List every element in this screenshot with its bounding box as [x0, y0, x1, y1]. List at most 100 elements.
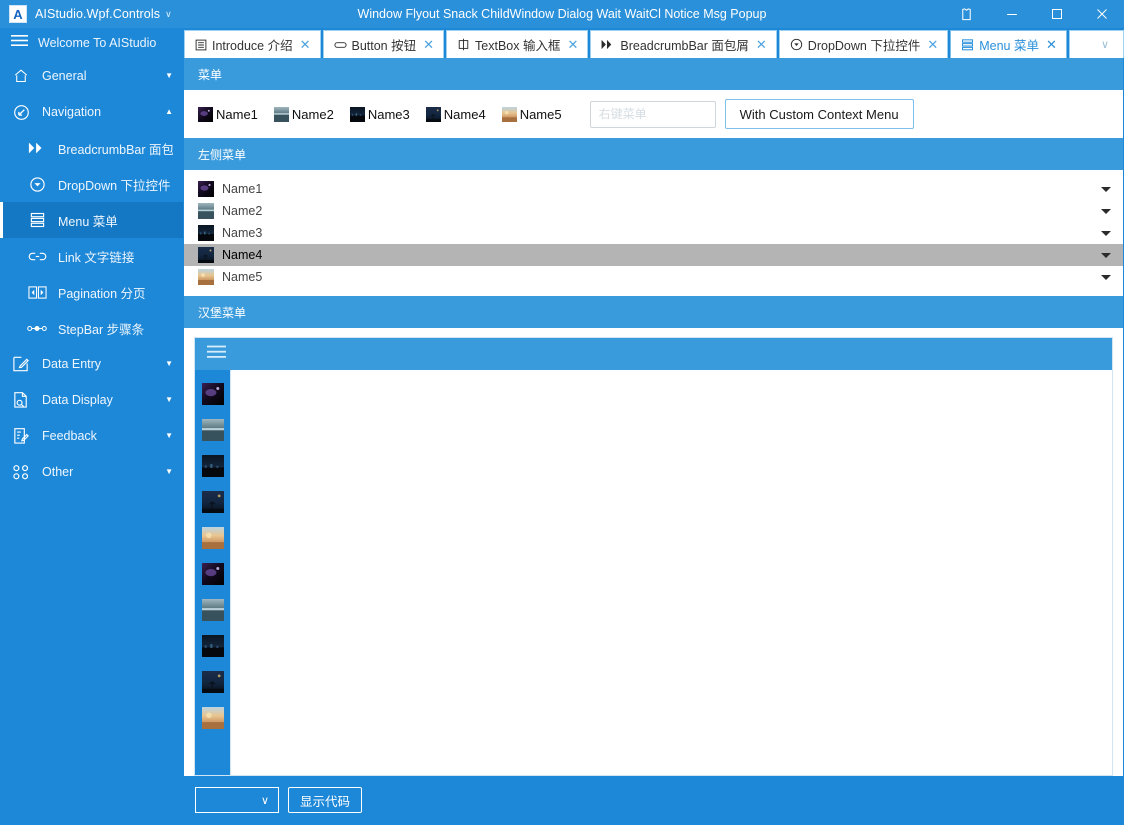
tab-close-icon[interactable]: ✕ [927, 38, 938, 51]
rail-item-2[interactable] [195, 412, 230, 448]
app-title-chevron-down-icon[interactable]: ∨ [165, 9, 172, 20]
chevron-down-icon[interactable] [1101, 186, 1111, 192]
chevron-down-icon[interactable]: ▼ [165, 72, 173, 80]
sidebar-item-label: BreadcrumbBar 面包 [58, 142, 173, 157]
tab-button[interactable]: Button 按钮 ✕ [322, 30, 445, 58]
thumb-nebula-icon [201, 563, 224, 585]
sidebar-item-data-entry[interactable]: Data Entry ▼ [0, 346, 183, 382]
sidebar-item-breadcrumbbar[interactable]: BreadcrumbBar 面包 [0, 130, 183, 166]
rail-item-8[interactable] [195, 628, 230, 664]
menu-bar-item-name1[interactable]: Name1 [198, 106, 258, 122]
thumb-sunset-icon [201, 527, 224, 549]
sidebar-item-label: Other [42, 465, 74, 479]
rail-item-3[interactable] [195, 448, 230, 484]
left-menu-row-label: Name5 [222, 270, 263, 284]
shirt-icon[interactable] [944, 0, 989, 28]
thumb-city-night-icon [198, 225, 214, 241]
tab-menu[interactable]: Menu 菜单 ✕ [950, 30, 1067, 58]
data-entry-icon [11, 355, 31, 373]
sidebar-item-label: Data Display [42, 393, 113, 407]
menu-bar-item-name5[interactable]: Name5 [501, 106, 562, 122]
chevron-down-icon[interactable]: ▼ [165, 468, 173, 476]
hamburger-menu-main [195, 370, 1112, 775]
close-icon[interactable] [1079, 0, 1124, 28]
menu-bar-item-name4[interactable]: Name4 [425, 106, 486, 122]
menu-bar-item-name3[interactable]: Name3 [349, 106, 410, 122]
menu-bar-item-name2[interactable]: Name2 [273, 106, 334, 122]
tab-label: DropDown 下拉控件 [807, 39, 921, 53]
tab-introduce[interactable]: Introduce 介绍 ✕ [184, 30, 321, 58]
sidebar-item-link[interactable]: Link 文字链接 [0, 238, 183, 274]
textbox-icon [457, 38, 470, 51]
left-menu-row-name5[interactable]: Name5 [184, 266, 1123, 288]
left-menu-row-name3[interactable]: Name3 [184, 222, 1123, 244]
rail-item-7[interactable] [195, 592, 230, 628]
hamburger-menu-titlebar [195, 338, 1112, 370]
sidebar-item-navigation[interactable]: Navigation ▲ [0, 94, 183, 130]
maximize-icon[interactable] [1034, 0, 1079, 28]
sidebar-item-pagination[interactable]: Pagination 分页 [0, 274, 183, 310]
section-header-hamburger: 汉堡菜单 [184, 296, 1123, 328]
home-icon [11, 68, 31, 84]
chevron-down-icon[interactable] [1101, 252, 1111, 258]
theme-combobox[interactable]: ∨ [195, 787, 279, 813]
tab-textbox[interactable]: TextBox 输入框 ✕ [446, 30, 589, 58]
sidebar-item-label: Menu 菜单 [58, 214, 118, 229]
left-menu-row-name4[interactable]: Name4 [184, 244, 1123, 266]
chevron-down-icon[interactable]: ▼ [165, 396, 173, 404]
section-body-hamburger [184, 328, 1123, 776]
rail-item-6[interactable] [195, 556, 230, 592]
chevron-down-icon[interactable]: ▼ [165, 360, 173, 368]
sidebar: Welcome To AIStudio General ▼ Navigation… [0, 28, 183, 825]
pagination-icon [27, 285, 47, 300]
tab-label: TextBox 输入框 [475, 39, 561, 53]
section-body-left-menu: Name1 Name2 Name3 Name4 Name5 [184, 170, 1123, 296]
tab-close-icon[interactable]: ✕ [300, 38, 311, 51]
left-menu-row-name1[interactable]: Name1 [184, 178, 1123, 200]
tab-label: BreadcrumbBar 面包屑 [620, 39, 749, 53]
tab-breadcrumbbar[interactable]: BreadcrumbBar 面包屑 ✕ [590, 30, 777, 58]
context-menu-input[interactable] [589, 100, 716, 128]
thumb-sunset-icon [198, 269, 214, 285]
thumb-tree-night-icon [201, 491, 224, 513]
sidebar-header[interactable]: Welcome To AIStudio [0, 28, 183, 58]
sidebar-item-data-display[interactable]: Data Display ▼ [0, 382, 183, 418]
section-body-menu: Name1 Name2 Name3 Name4 Name5 右键菜单 With … [184, 90, 1123, 138]
with-custom-context-menu-button[interactable]: With Custom Context Menu [724, 99, 914, 129]
tab-close-icon[interactable]: ✕ [756, 38, 767, 51]
sidebar-item-dropdown[interactable]: DropDown 下拉控件 [0, 166, 183, 202]
chevron-down-icon[interactable] [1101, 208, 1111, 214]
sidebar-item-stepbar[interactable]: StepBar 步骤条 [0, 310, 183, 346]
hamburger-icon[interactable] [207, 345, 226, 364]
stepbar-icon [27, 324, 47, 333]
app-title: AIStudio.Wpf.Controls [35, 7, 161, 21]
menu-bar: Name1 Name2 Name3 Name4 Name5 右键菜单 With … [184, 90, 1123, 138]
rail-item-9[interactable] [195, 664, 230, 700]
hamburger-icon[interactable] [11, 34, 28, 52]
chevron-down-icon[interactable]: ▼ [165, 432, 173, 440]
sidebar-item-other[interactable]: Other ▼ [0, 454, 183, 490]
thumb-nebula-icon [198, 181, 214, 197]
tab-close-icon[interactable]: ✕ [423, 38, 434, 51]
chevron-down-icon[interactable] [1101, 230, 1111, 236]
rail-item-10[interactable] [195, 700, 230, 736]
left-menu-row-name2[interactable]: Name2 [184, 200, 1123, 222]
chevron-up-icon[interactable]: ▲ [165, 108, 173, 116]
sidebar-item-general[interactable]: General ▼ [0, 58, 183, 94]
show-code-button[interactable]: 显示代码 [288, 787, 363, 813]
tab-dropdown[interactable]: DropDown 下拉控件 ✕ [778, 30, 949, 58]
tab-close-icon[interactable]: ✕ [1046, 38, 1057, 51]
tab-overflow-button[interactable]: ∨ [1068, 30, 1124, 58]
rail-item-1[interactable] [195, 376, 230, 412]
minimize-icon[interactable] [989, 0, 1034, 28]
thumb-lake-icon [198, 203, 214, 219]
rail-item-5[interactable] [195, 520, 230, 556]
breadcrumb-icon [27, 141, 47, 155]
section-title: 左侧菜单 [198, 147, 247, 162]
sidebar-item-label: Navigation [42, 105, 102, 119]
sidebar-item-menu[interactable]: Menu 菜单 [0, 202, 183, 238]
sidebar-item-feedback[interactable]: Feedback ▼ [0, 418, 183, 454]
rail-item-4[interactable] [195, 484, 230, 520]
tab-close-icon[interactable]: ✕ [567, 38, 578, 51]
chevron-down-icon[interactable] [1101, 274, 1111, 280]
